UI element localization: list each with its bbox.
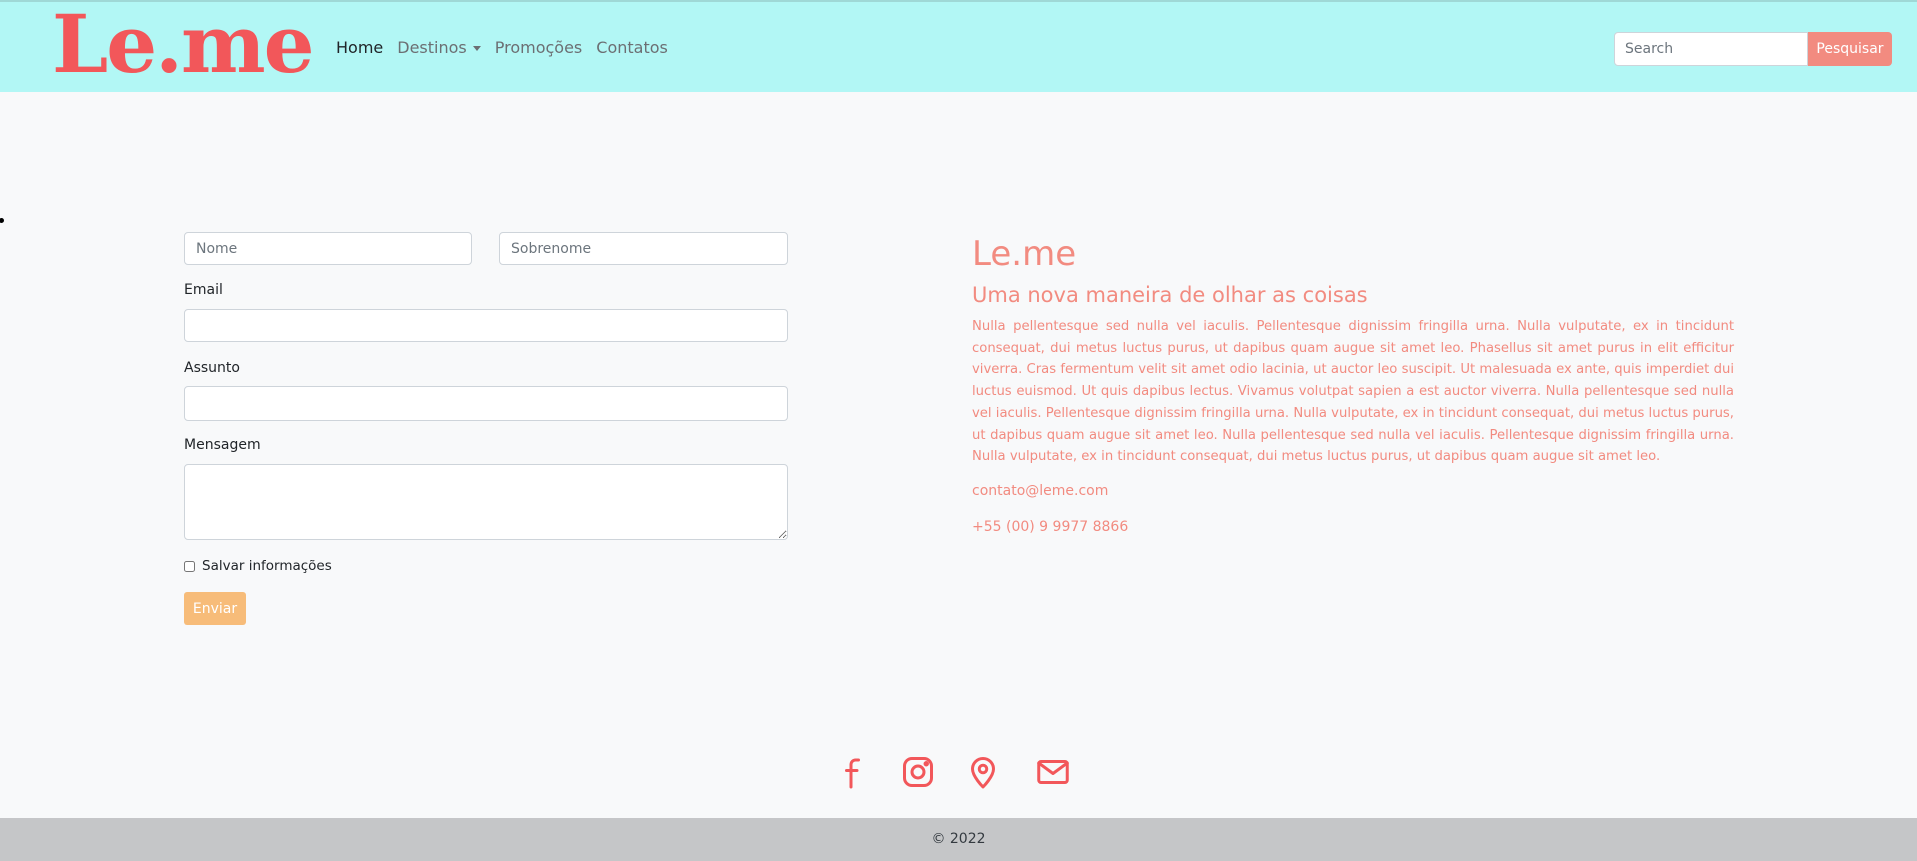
mail-icon[interactable] (1035, 754, 1071, 790)
email-label: Email (184, 282, 223, 298)
list-bullet (0, 218, 4, 223)
last-name-input[interactable] (499, 232, 788, 265)
contact-email: contato@leme.com (972, 483, 1109, 499)
location-pin-icon[interactable] (965, 754, 1001, 790)
nav-link-destinos[interactable]: Destinos (397, 38, 481, 57)
subject-label: Assunto (184, 360, 240, 376)
top-navbar: Le.me Home Destinos Promoções Contatos P… (0, 0, 1917, 92)
instagram-icon[interactable] (900, 754, 936, 790)
nav-link-contatos[interactable]: Contatos (596, 38, 668, 57)
message-label: Mensagem (184, 437, 261, 453)
search-input[interactable] (1614, 32, 1808, 66)
save-info-checkbox[interactable] (184, 561, 195, 572)
nav-links: Home Destinos Promoções Contatos (336, 38, 668, 57)
chevron-down-icon (472, 46, 481, 51)
brand-logo[interactable]: Le.me (52, 2, 315, 94)
message-textarea[interactable] (184, 464, 788, 540)
first-name-input[interactable] (184, 232, 472, 265)
footer: © 2022 (0, 818, 1917, 861)
nav-link-promocoes[interactable]: Promoções (495, 38, 583, 57)
contact-phone: +55 (00) 9 9977 8866 (972, 519, 1129, 535)
nav-link-home[interactable]: Home (336, 38, 383, 57)
save-info-label[interactable]: Salvar informações (202, 558, 332, 574)
facebook-icon[interactable] (836, 754, 872, 790)
copyright-text: © 2022 (931, 831, 986, 847)
info-paragraph: Nulla pellentesque sed nulla vel iaculis… (972, 319, 1734, 465)
nav-link-destinos-label: Destinos (397, 38, 467, 57)
info-subtitle: Uma nova maneira de olhar as coisas (972, 283, 1368, 307)
submit-button[interactable]: Enviar (184, 592, 246, 625)
subject-field[interactable] (184, 386, 788, 421)
search-button[interactable]: Pesquisar (1808, 32, 1892, 66)
info-title: Le.me (972, 234, 1077, 274)
email-field[interactable] (184, 309, 788, 342)
